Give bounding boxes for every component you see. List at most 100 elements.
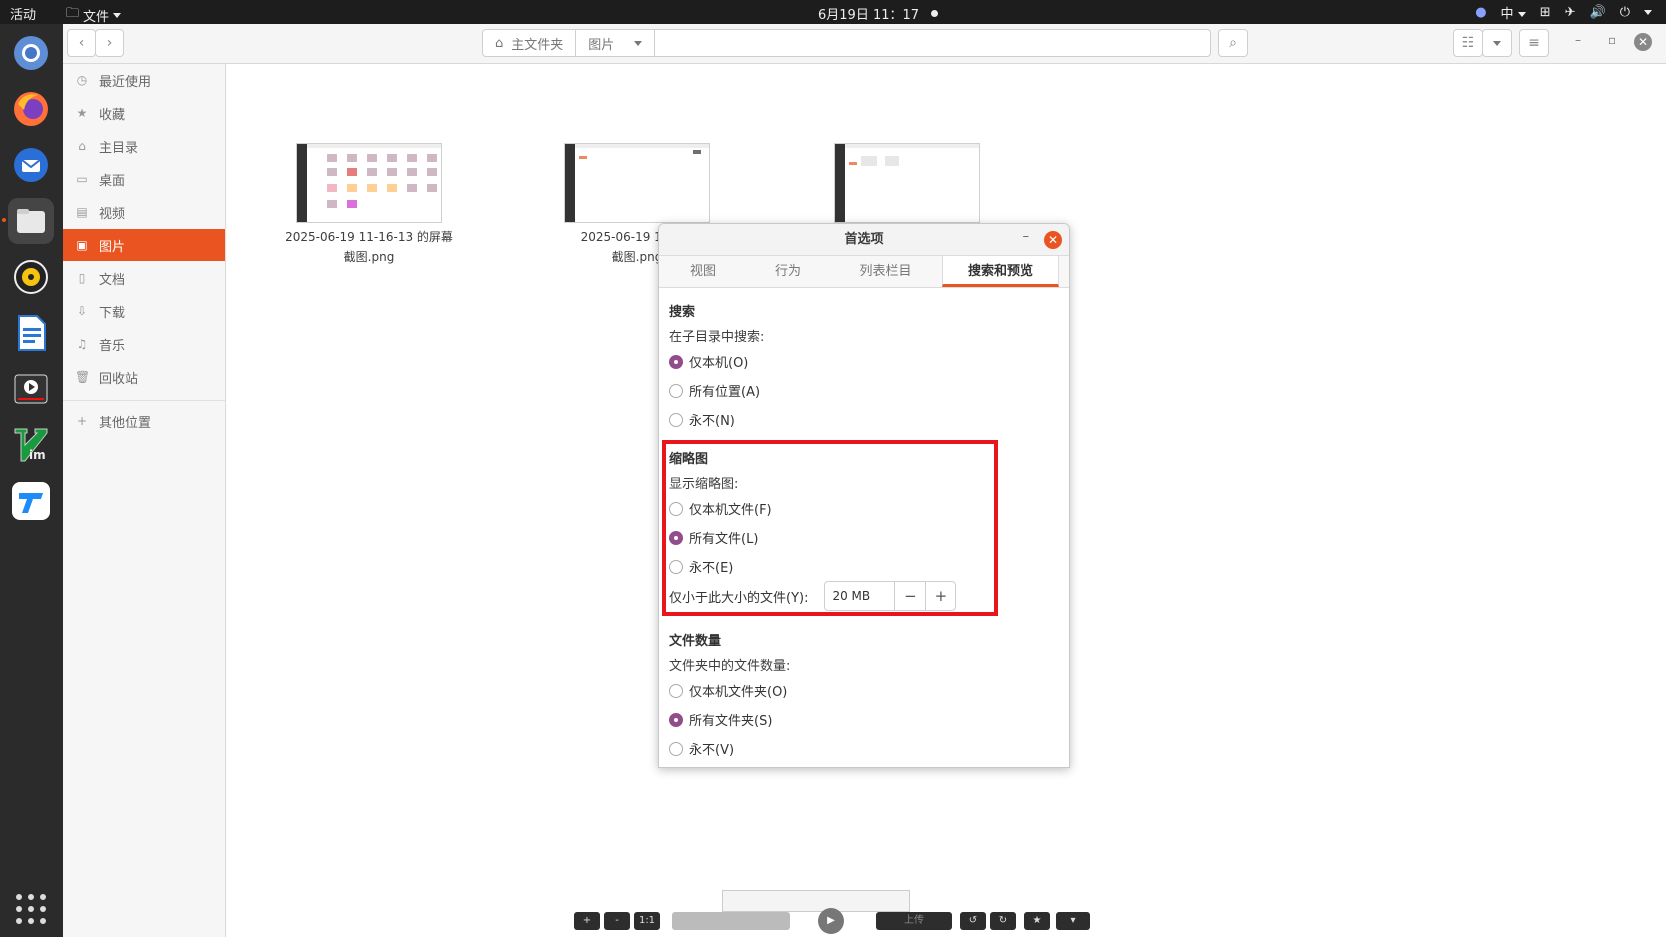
accessibility-icon[interactable]: ● (1475, 5, 1486, 20)
image-viewer-toolbar: + - 1:1 ▶ 上传 ↺ ↻ ★ ▾ (574, 886, 1094, 934)
network-icon[interactable]: ⊞ (1540, 5, 1551, 20)
crumb-pictures[interactable]: 图片 (576, 30, 656, 56)
list-view-button[interactable]: ☷ (1453, 29, 1483, 57)
dock-video-player[interactable] (8, 366, 54, 412)
radio-unchecked-icon (669, 683, 683, 698)
radio-count-local[interactable]: 仅本机文件夹(O) (669, 681, 787, 700)
play-slideshow-button[interactable]: ▶ (818, 908, 844, 934)
crumb-label: 主文件夹 (511, 37, 564, 53)
actual-size-button[interactable]: 1:1 (634, 912, 660, 930)
dock-chromium[interactable] (8, 30, 54, 76)
power-icon[interactable]: ⏻ (1620, 5, 1630, 20)
previous-image-button[interactable] (672, 912, 790, 930)
dock-libreoffice-writer[interactable] (8, 310, 54, 356)
main-menu-button[interactable]: ≡ (1519, 29, 1549, 57)
preferences-dialog: 首选项 – ✕ 视图 行为 列表栏目 搜索和预览 搜索 在子目录中搜索: 仅本机… (658, 223, 1070, 768)
rotate-left-button[interactable]: ↺ (960, 912, 986, 930)
dock-thunderbird[interactable] (8, 142, 54, 188)
document-icon: ▯ (78, 271, 86, 285)
filmstrip[interactable] (722, 890, 910, 912)
radio-thumbnails-all[interactable]: 所有文件(L) (669, 528, 758, 547)
video-icon: ▤ (76, 205, 88, 219)
chevron-down-icon (634, 40, 643, 46)
tab-behavior[interactable]: 行为 (747, 256, 829, 287)
input-method[interactable]: 中 (1501, 3, 1526, 22)
close-window-button[interactable]: ✕ (1634, 33, 1652, 51)
radio-thumbnails-never[interactable]: 永不(E) (669, 557, 733, 576)
zoom-in-button[interactable]: + (574, 912, 600, 930)
dock-vim[interactable]: im (8, 422, 54, 468)
forward-button[interactable]: › (95, 29, 124, 57)
radio-count-never[interactable]: 永不(V) (669, 739, 734, 758)
search-button[interactable]: ⌕ (1218, 29, 1248, 57)
radio-search-all[interactable]: 所有位置(A) (669, 381, 760, 400)
sidebar-item-starred[interactable]: ★ 收藏 (63, 97, 225, 129)
airplane-icon[interactable]: ✈ (1565, 5, 1576, 20)
sidebar-item-pictures[interactable]: ▣ 图片 (63, 229, 225, 261)
sidebar-divider (63, 400, 225, 401)
clock-icon: ◷ (76, 73, 88, 87)
zoom-out-button[interactable]: - (604, 912, 630, 930)
sidebar-item-label: 主目录 (99, 140, 139, 156)
thumbnail-size-input[interactable]: 20 MB (825, 582, 896, 610)
file-item[interactable] (817, 143, 997, 227)
sidebar-item-label: 文档 (99, 272, 126, 288)
files-headerbar: ‹ › ⌂ 主文件夹 图片 ⌕ ☷ ≡ – ▫ ✕ (63, 24, 1666, 64)
star-icon: ★ (1032, 915, 1042, 926)
sidebar-item-other-places[interactable]: + 其他位置 (63, 405, 225, 437)
dialog-close-button[interactable]: ✕ (1044, 231, 1062, 249)
sidebar-item-videos[interactable]: ▤ 视频 (63, 196, 225, 228)
more-button[interactable]: ▾ (1056, 912, 1090, 930)
radio-thumbnails-local[interactable]: 仅本机文件(F) (669, 499, 772, 518)
radio-search-never[interactable]: 永不(N) (669, 410, 735, 429)
chevron-down-icon (1493, 40, 1501, 46)
tab-search-and-preview[interactable]: 搜索和预览 (942, 256, 1059, 287)
dock-files[interactable] (8, 198, 54, 244)
radio-label: 仅本机文件(F) (689, 503, 772, 518)
rotate-right-button[interactable]: ↻ (990, 912, 1016, 930)
view-options-button[interactable] (1482, 29, 1512, 57)
file-item[interactable]: 2025-06-19 11-16-13 的屏幕 截图.png (279, 143, 459, 267)
dock-rhythmbox[interactable] (8, 254, 54, 300)
upload-button[interactable]: 上传 (876, 912, 952, 930)
chevron-down-icon[interactable] (1644, 10, 1652, 15)
increment-button[interactable]: + (925, 582, 955, 610)
dock-firefox[interactable] (8, 86, 54, 132)
tab-list-columns[interactable]: 列表栏目 (829, 256, 942, 287)
radio-label: 所有文件(L) (689, 532, 759, 547)
tab-view[interactable]: 视图 (659, 256, 747, 287)
sidebar-item-recent[interactable]: ◷ 最近使用 (63, 64, 225, 96)
plus-icon: + (76, 414, 88, 428)
activities-button[interactable]: 活动 (10, 4, 36, 23)
dock: im (0, 24, 63, 937)
trash-icon: 🗑 (75, 370, 91, 384)
chevron-down-icon (1517, 12, 1526, 17)
search-subtitle: 在子目录中搜索: (669, 330, 765, 345)
sidebar-item-documents[interactable]: ▯ 文档 (63, 262, 225, 294)
radio-search-local[interactable]: 仅本机(O) (669, 352, 748, 371)
radio-label: 永不(E) (689, 561, 734, 576)
video-player-icon (14, 374, 48, 404)
dock-todesk[interactable] (8, 478, 54, 524)
crumb-home[interactable]: ⌂ 主文件夹 (483, 30, 577, 56)
sidebar-item-desktop[interactable]: ▭ 桌面 (63, 163, 225, 195)
file-name: 2025-06-19 11-16-13 的屏幕 (285, 230, 453, 244)
chevron-down-icon (113, 12, 122, 18)
maximize-button[interactable]: ▫ (1608, 33, 1616, 47)
decrement-button[interactable]: − (895, 582, 925, 610)
dialog-minimize-button[interactable]: – (1023, 229, 1030, 244)
app-menu[interactable]: 🗀 文件 (66, 4, 122, 26)
minimize-button[interactable]: – (1575, 33, 1581, 47)
back-button[interactable]: ‹ (67, 29, 96, 57)
show-apps-button[interactable] (16, 894, 46, 924)
sidebar-item-trash[interactable]: 🗑 回收站 (63, 361, 225, 393)
sidebar-item-downloads[interactable]: ⇩ 下载 (63, 295, 225, 327)
sidebar-item-music[interactable]: ♫ 音乐 (63, 328, 225, 360)
radio-label: 永不(V) (689, 743, 735, 758)
clock-label: 6月19日 11：17 (818, 8, 920, 23)
radio-count-all[interactable]: 所有文件夹(S) (669, 710, 772, 729)
sidebar-item-home[interactable]: ⌂ 主目录 (63, 130, 225, 162)
volume-icon[interactable]: 🔊 (1590, 5, 1606, 20)
favorite-button[interactable]: ★ (1024, 912, 1050, 930)
clock[interactable]: 6月19日 11：17 (818, 4, 939, 23)
